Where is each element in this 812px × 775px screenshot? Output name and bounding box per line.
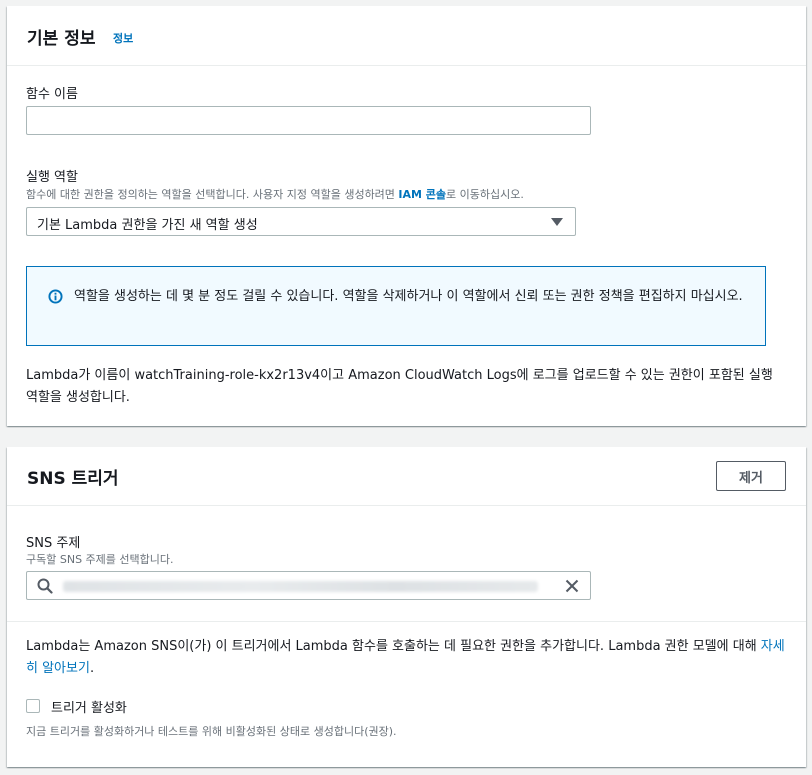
execution-role-select[interactable]: 기본 Lambda 권한을 가진 새 역할 생성	[26, 207, 576, 236]
sns-topic-label: SNS 주제	[26, 536, 81, 551]
permission-note: Lambda는 Amazon SNS이(가) 이 트리거에서 Lambda 함수…	[26, 636, 796, 680]
sns-trigger-header: SNS 트리거 제거	[7, 447, 806, 506]
basic-info-panel: 기본 정보 정보 함수 이름 실행 역할 함수에 대한 권한을 정의하는 역할을…	[7, 6, 806, 426]
function-name-input[interactable]	[26, 106, 591, 135]
sns-trigger-panel: SNS 트리거 제거 SNS 주제 구독할 SNS 주제를 선택합니다. Lam…	[7, 447, 806, 767]
basic-info-header: 기본 정보 정보	[7, 6, 806, 66]
search-icon	[37, 578, 53, 594]
info-link[interactable]: 정보	[113, 30, 133, 46]
remove-button[interactable]: 제거	[716, 461, 786, 491]
sns-topic-value-redacted	[63, 581, 538, 592]
divider	[7, 621, 806, 622]
enable-trigger-label: 트리거 활성화	[51, 701, 127, 716]
function-name-label: 함수 이름	[26, 87, 78, 102]
enable-trigger-checkbox[interactable]	[26, 699, 40, 713]
execution-role-description-prefix: 함수에 대한 권한을 정의하는 역할을 선택합니다. 사용자 지정 역할을 생성…	[26, 188, 399, 201]
sns-topic-search[interactable]	[26, 571, 591, 600]
permission-note-suffix: .	[89, 661, 95, 676]
close-icon[interactable]	[564, 578, 580, 594]
permission-note-prefix: Lambda는 Amazon SNS이(가) 이 트리거에서 Lambda 함수…	[26, 639, 761, 654]
execution-role-description: 함수에 대한 권한을 정의하는 역할을 선택합니다. 사용자 지정 역할을 생성…	[26, 186, 524, 202]
enable-trigger-description: 지금 트리거를 활성화하거나 테스트를 위해 비활성화된 상태로 생성합니다(권…	[26, 725, 397, 738]
iam-console-link[interactable]: IAM 콘솔	[398, 188, 446, 201]
execution-role-selected: 기본 Lambda 권한을 가진 새 역할 생성	[37, 218, 258, 233]
info-icon	[48, 289, 63, 304]
basic-info-title: 기본 정보	[27, 29, 96, 49]
sns-trigger-title: SNS 트리거	[27, 469, 119, 489]
execution-role-label: 실행 역할	[26, 170, 78, 185]
execution-role-description-suffix: 로 이동하십시오.	[446, 188, 524, 201]
role-note: Lambda가 이름이 watchTraining-role-kx2r13v4이…	[26, 368, 773, 405]
info-alert: 역할을 생성하는 데 몇 분 정도 걸릴 수 있습니다. 역할을 삭제하거나 이…	[26, 266, 766, 346]
alert-text: 역할을 생성하는 데 몇 분 정도 걸릴 수 있습니다. 역할을 삭제하거나 이…	[74, 289, 743, 304]
sns-topic-description: 구독할 SNS 주제를 선택합니다.	[26, 553, 174, 566]
caret-down-icon	[551, 218, 563, 226]
